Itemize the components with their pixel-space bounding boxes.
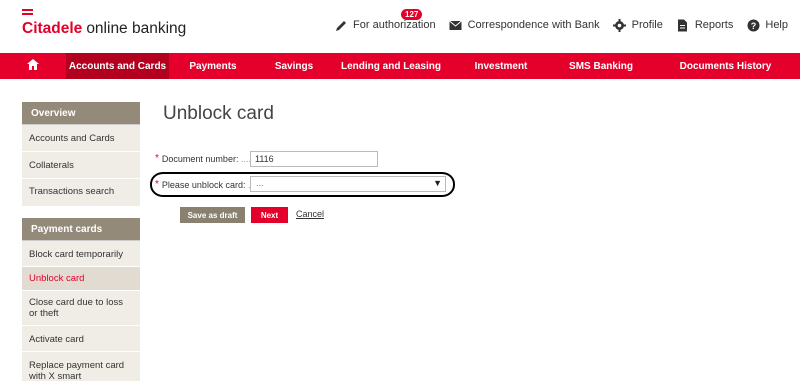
main-nav: Accounts and Cards Payments Savings Lend… bbox=[0, 53, 800, 79]
home-icon bbox=[27, 59, 39, 73]
nav-investment[interactable]: Investment bbox=[451, 53, 551, 79]
sidebar-item-accounts-and-cards[interactable]: Accounts and Cards bbox=[22, 125, 140, 152]
document-number-field[interactable]: 1116 bbox=[250, 151, 378, 167]
sidebar-item-block-card[interactable]: Block card temporarily bbox=[22, 241, 140, 267]
page-title: Unblock card bbox=[163, 103, 274, 124]
nav-savings[interactable]: Savings bbox=[257, 53, 331, 79]
top-tools: For authorization 127 Correspondence wit… bbox=[321, 9, 788, 32]
document-number-row: * Document number: ..... bbox=[155, 153, 253, 164]
document-number-label: Document number: bbox=[161, 153, 239, 164]
for-authorization-label: For authorization bbox=[353, 19, 436, 31]
logo-brand: Citadele bbox=[22, 20, 83, 37]
header: Citadele online banking For authorization… bbox=[0, 0, 800, 53]
document-icon bbox=[676, 18, 690, 32]
sidebar-heading-overview: Overview bbox=[22, 102, 140, 125]
sidebar-item-close-card[interactable]: Close card due to loss or theft bbox=[22, 291, 140, 326]
pencil-icon bbox=[334, 18, 348, 32]
highlight-annotation bbox=[150, 172, 455, 197]
save-as-draft-button[interactable]: Save as draft bbox=[180, 207, 245, 223]
nav-lending-and-leasing[interactable]: Lending and Leasing bbox=[331, 53, 451, 79]
correspondence-label: Correspondence with Bank bbox=[467, 19, 600, 31]
profile-link[interactable]: Profile bbox=[613, 18, 663, 32]
next-button[interactable]: Next bbox=[251, 207, 288, 223]
help-label: Help bbox=[765, 19, 788, 31]
sidebar: Overview Accounts and Cards Collaterals … bbox=[22, 102, 140, 381]
for-authorization-link[interactable]: For authorization 127 bbox=[334, 9, 436, 32]
authorization-count-badge: 127 bbox=[401, 9, 423, 20]
correspondence-link[interactable]: Correspondence with Bank bbox=[449, 18, 600, 32]
reports-link[interactable]: Reports bbox=[676, 18, 734, 32]
nav-documents-history[interactable]: Documents History bbox=[651, 53, 800, 79]
gear-icon bbox=[613, 18, 627, 32]
question-icon: ? bbox=[746, 18, 760, 32]
sidebar-item-collaterals[interactable]: Collaterals bbox=[22, 152, 140, 179]
nav-sms-banking[interactable]: SMS Banking bbox=[551, 53, 651, 79]
cancel-link[interactable]: Cancel bbox=[296, 209, 324, 219]
sidebar-heading-payment-cards: Payment cards bbox=[22, 218, 140, 241]
logo-mark-icon bbox=[22, 9, 34, 18]
profile-label: Profile bbox=[631, 19, 663, 31]
sidebar-item-activate-card[interactable]: Activate card bbox=[22, 326, 140, 352]
reports-label: Reports bbox=[694, 19, 734, 31]
sidebar-group-payment-cards: Payment cards Block card temporarily Unb… bbox=[22, 218, 140, 381]
required-asterisk: * bbox=[155, 153, 159, 164]
sidebar-item-replace-card[interactable]: Replace payment card with X smart bbox=[22, 352, 140, 381]
nav-payments[interactable]: Payments bbox=[169, 53, 257, 79]
sidebar-item-transactions-search[interactable]: Transactions search bbox=[22, 179, 140, 207]
sidebar-group-overview: Overview Accounts and Cards Collaterals … bbox=[22, 102, 140, 207]
svg-text:?: ? bbox=[751, 21, 757, 31]
logo-subtitle: online banking bbox=[86, 20, 187, 37]
nav-home[interactable] bbox=[0, 53, 66, 79]
nav-accounts-and-cards[interactable]: Accounts and Cards bbox=[66, 53, 169, 79]
help-link[interactable]: ? Help bbox=[746, 18, 788, 32]
envelope-icon bbox=[449, 18, 463, 32]
sidebar-item-unblock-card[interactable]: Unblock card bbox=[22, 267, 140, 291]
